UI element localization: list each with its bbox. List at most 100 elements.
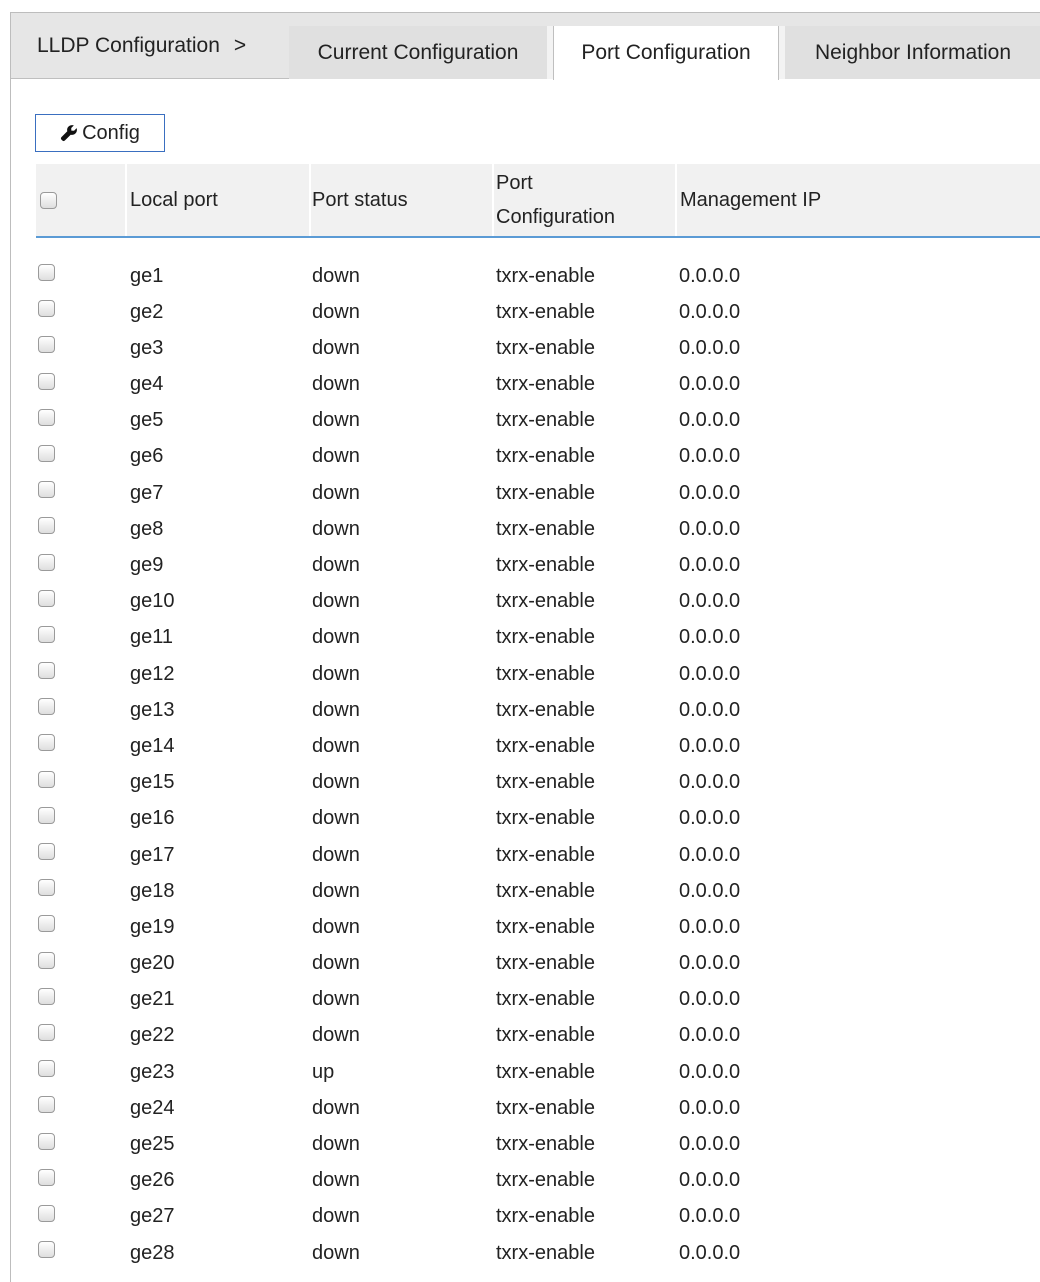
row-checkbox[interactable] <box>38 517 55 535</box>
row-checkbox[interactable] <box>38 589 55 607</box>
tab-current-configuration[interactable]: Current Configuration <box>289 26 547 79</box>
table-row[interactable]: ge10 down txrx-enable 0.0.0.0 <box>36 584 1040 620</box>
row-checkbox[interactable] <box>38 300 55 318</box>
table-row[interactable]: ge18 down txrx-enable 0.0.0.0 <box>36 873 1040 909</box>
row-checkbox[interactable] <box>38 1132 55 1150</box>
header-port-configuration[interactable]: Port Configuration <box>496 164 676 236</box>
row-checkbox[interactable] <box>38 806 55 824</box>
row-checkbox[interactable] <box>38 408 55 426</box>
table-row[interactable]: ge4 down txrx-enable 0.0.0.0 <box>36 367 1040 403</box>
tab-label: Neighbor Information <box>814 40 1012 64</box>
cell-local-port: ge11 <box>130 626 174 649</box>
table-row[interactable]: ge16 down txrx-enable 0.0.0.0 <box>36 801 1040 837</box>
table-row[interactable]: ge23 up txrx-enable 0.0.0.0 <box>36 1054 1040 1090</box>
table-row[interactable]: ge1 down txrx-enable 0.0.0.0 <box>36 258 1040 294</box>
config-button[interactable]: Config <box>35 114 165 152</box>
header-management-ip[interactable]: Management IP <box>680 164 980 236</box>
header-port-status[interactable]: Port status <box>312 164 492 236</box>
table-row[interactable]: ge11 down txrx-enable 0.0.0.0 <box>36 620 1040 656</box>
row-checkbox[interactable] <box>38 698 55 716</box>
row-checkbox[interactable] <box>38 879 55 897</box>
row-checkbox[interactable] <box>38 987 55 1005</box>
table-row[interactable]: ge27 down txrx-enable 0.0.0.0 <box>36 1199 1040 1235</box>
cell-management-ip: 0.0.0.0 <box>679 988 741 1011</box>
row-checkbox[interactable] <box>38 734 55 752</box>
cell-local-port: ge18 <box>130 879 175 902</box>
table-row[interactable]: ge24 down txrx-enable 0.0.0.0 <box>36 1090 1040 1126</box>
table-row[interactable]: ge21 down txrx-enable 0.0.0.0 <box>36 982 1040 1018</box>
cell-port-configuration: txrx-enable <box>496 879 595 902</box>
cell-port-status: down <box>312 1133 360 1155</box>
cell-local-port: ge1 <box>130 264 164 287</box>
table-row[interactable]: ge5 down txrx-enable 0.0.0.0 <box>36 403 1040 439</box>
row-checkbox[interactable] <box>38 1168 55 1186</box>
cell-management-ip: 0.0.0.0 <box>679 952 741 975</box>
tab-neighbor-information[interactable]: Neighbor Information <box>785 26 1040 79</box>
cell-management-ip: 0.0.0.0 <box>679 300 741 323</box>
row-checkbox[interactable] <box>38 662 55 680</box>
tab-port-configuration[interactable]: Port Configuration <box>553 26 779 80</box>
row-checkbox[interactable] <box>38 1060 55 1078</box>
table-row[interactable]: ge14 down txrx-enable 0.0.0.0 <box>36 728 1040 764</box>
wrench-icon <box>60 125 78 142</box>
table-row[interactable]: ge15 down txrx-enable 0.0.0.0 <box>36 765 1040 801</box>
breadcrumb: LLDP Configuration > <box>11 13 287 79</box>
table-row[interactable]: ge6 down txrx-enable 0.0.0.0 <box>36 439 1040 475</box>
tab-label: Port Configuration <box>581 41 751 64</box>
table-row[interactable]: ge17 down txrx-enable 0.0.0.0 <box>36 837 1040 873</box>
cell-management-ip: 0.0.0.0 <box>679 807 741 830</box>
cell-port-status: down <box>312 698 360 721</box>
header-local-port[interactable]: Local port <box>130 164 310 236</box>
select-all-checkbox[interactable] <box>40 191 57 209</box>
cell-local-port: ge20 <box>130 952 175 975</box>
table-row[interactable]: ge22 down txrx-enable 0.0.0.0 <box>36 1018 1040 1054</box>
cell-port-status: down <box>312 1024 360 1047</box>
row-checkbox[interactable] <box>38 1023 55 1041</box>
table-row[interactable]: ge8 down txrx-enable 0.0.0.0 <box>36 511 1040 547</box>
cell-port-configuration: txrx-enable <box>496 698 595 721</box>
row-checkbox[interactable] <box>38 481 55 499</box>
cell-management-ip: 0.0.0.0 <box>679 626 741 649</box>
cell-management-ip: 0.0.0.0 <box>679 1133 741 1155</box>
cell-management-ip: 0.0.0.0 <box>679 1096 741 1119</box>
cell-port-configuration: txrx-enable <box>496 481 595 504</box>
header-divider <box>492 164 494 236</box>
row-checkbox[interactable] <box>38 336 55 354</box>
table-row[interactable]: ge12 down txrx-enable 0.0.0.0 <box>36 656 1040 692</box>
table-row[interactable]: ge7 down txrx-enable 0.0.0.0 <box>36 475 1040 511</box>
cell-port-status: down <box>312 771 360 794</box>
table-row[interactable]: ge20 down txrx-enable 0.0.0.0 <box>36 946 1040 982</box>
row-checkbox[interactable] <box>38 770 55 788</box>
row-checkbox[interactable] <box>38 625 55 643</box>
table-row[interactable]: ge9 down txrx-enable 0.0.0.0 <box>36 548 1040 584</box>
cell-port-configuration: txrx-enable <box>496 843 595 866</box>
row-checkbox[interactable] <box>38 1096 55 1114</box>
table-row[interactable]: ge2 down txrx-enable 0.0.0.0 <box>36 294 1040 330</box>
table-row[interactable]: ge25 down txrx-enable 0.0.0.0 <box>36 1127 1040 1163</box>
table-row[interactable]: ge28 down txrx-enable 0.0.0.0 <box>36 1235 1040 1271</box>
row-checkbox[interactable] <box>38 951 55 969</box>
table-row[interactable]: ge19 down txrx-enable 0.0.0.0 <box>36 909 1040 945</box>
row-checkbox[interactable] <box>38 372 55 390</box>
cell-management-ip: 0.0.0.0 <box>679 1205 741 1228</box>
row-checkbox[interactable] <box>38 1241 55 1259</box>
row-checkbox[interactable] <box>38 843 55 860</box>
cell-port-status: down <box>312 1241 360 1264</box>
table-row[interactable]: ge13 down txrx-enable 0.0.0.0 <box>36 692 1040 728</box>
row-checkbox[interactable] <box>38 444 55 462</box>
cell-local-port: ge28 <box>130 1241 175 1264</box>
table-row[interactable]: ge26 down txrx-enable 0.0.0.0 <box>36 1163 1040 1199</box>
row-checkbox[interactable] <box>38 264 55 281</box>
cell-port-status: down <box>312 445 360 468</box>
row-checkbox[interactable] <box>38 553 55 571</box>
cell-port-configuration: txrx-enable <box>496 1024 595 1047</box>
cell-local-port: ge8 <box>130 517 164 540</box>
cell-local-port: ge5 <box>130 409 164 432</box>
cell-management-ip: 0.0.0.0 <box>679 771 741 794</box>
row-checkbox[interactable] <box>38 1204 55 1222</box>
cell-management-ip: 0.0.0.0 <box>679 264 741 287</box>
cell-local-port: ge27 <box>130 1205 175 1228</box>
table-row[interactable]: ge3 down txrx-enable 0.0.0.0 <box>36 330 1040 366</box>
cell-port-configuration: txrx-enable <box>496 952 595 975</box>
row-checkbox[interactable] <box>38 915 55 933</box>
